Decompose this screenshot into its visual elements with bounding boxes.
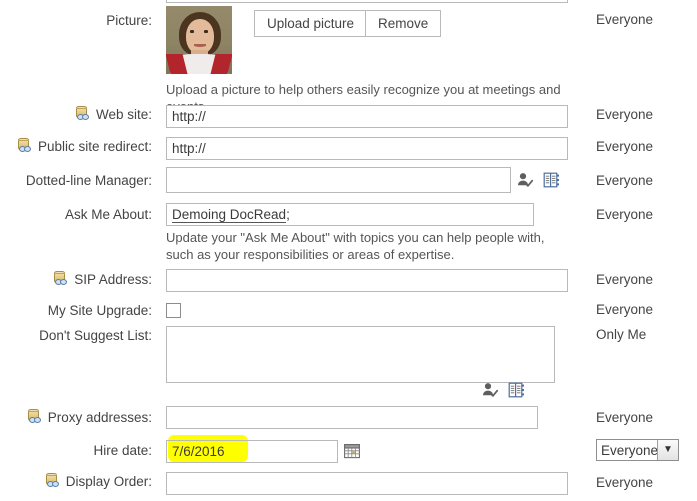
label-public-site-redirect: Public site redirect: xyxy=(0,137,152,154)
privacy-web-site: Everyone xyxy=(596,107,654,122)
privacy-ask-me-about: Everyone xyxy=(596,207,654,222)
form-row-display-order: Display Order: Everyone xyxy=(0,470,697,500)
dotted-line-manager-picker-icons xyxy=(517,172,560,191)
hire-date-privacy-select[interactable]: Everyone ▼ xyxy=(596,439,679,461)
database-link-icon xyxy=(44,472,63,488)
label-my-site-upgrade: My Site Upgrade: xyxy=(47,302,152,318)
privacy-dotted-line-manager: Everyone xyxy=(596,173,654,188)
form-row-proxy-addresses: Proxy addresses: Everyone xyxy=(0,406,697,436)
privacy-picture: Everyone xyxy=(596,12,654,27)
privacy-public-site-redirect: Everyone xyxy=(596,139,654,154)
remove-picture-button[interactable]: Remove xyxy=(365,10,442,37)
privacy-sip-address: Everyone xyxy=(596,272,654,287)
sip-address-input[interactable] xyxy=(166,269,568,292)
label-picture: Picture: xyxy=(106,12,152,28)
display-order-input[interactable] xyxy=(166,472,568,495)
dotted-line-manager-input[interactable] xyxy=(166,167,511,193)
ask-me-about-input[interactable]: Demoing DocRead; xyxy=(166,203,534,226)
proxy-addresses-input[interactable] xyxy=(166,406,538,429)
ask-me-about-separator: ; xyxy=(286,207,290,222)
label-dotted-line-manager: Dotted-line Manager: xyxy=(25,172,152,188)
database-link-icon xyxy=(52,270,71,286)
privacy-proxy-addresses: Everyone xyxy=(596,410,654,425)
form-row-picture: Picture: Upload picture Remove Upload a … xyxy=(0,0,697,114)
form-row-dotted-line-manager: Dotted-line Manager: Everyone xyxy=(0,167,697,201)
privacy-display-order: Everyone xyxy=(596,475,654,490)
hire-date-privacy-value: Everyone xyxy=(601,443,659,458)
hire-date-input[interactable] xyxy=(166,440,338,463)
user-profile-edit-form: Picture: Upload picture Remove Upload a … xyxy=(0,0,697,501)
web-site-input[interactable] xyxy=(166,105,568,128)
address-book-icon[interactable] xyxy=(543,172,560,191)
ask-me-about-value: Demoing DocRead xyxy=(172,207,287,223)
my-site-upgrade-checkbox[interactable] xyxy=(166,303,181,318)
picture-field: Upload picture Remove Upload a picture t… xyxy=(166,6,566,115)
label-dont-suggest-list: Don't Suggest List: xyxy=(39,327,152,343)
check-names-icon[interactable] xyxy=(517,172,534,191)
label-proxy-addresses: Proxy addresses: xyxy=(0,408,152,425)
form-row-ask-me-about: Ask Me About: Demoing DocRead; Update yo… xyxy=(0,203,697,263)
database-link-icon xyxy=(26,408,45,424)
privacy-dont-suggest-list: Only Me xyxy=(596,327,647,342)
form-row-web-site: Web site: Everyone xyxy=(0,105,697,135)
form-row-dont-suggest-list: Don't Suggest List: Only Me xyxy=(0,326,697,398)
ask-me-about-hint: Update your "Ask Me About" with topics y… xyxy=(166,230,545,262)
label-web-site: Web site: xyxy=(0,105,152,122)
form-row-sip-address: SIP Address: Everyone xyxy=(0,269,697,299)
form-row-hire-date: Hire date: Everyone ▼ xyxy=(0,435,697,472)
calendar-icon[interactable] xyxy=(344,443,360,462)
public-site-redirect-input[interactable] xyxy=(166,137,568,160)
upload-picture-button[interactable]: Upload picture xyxy=(254,10,368,37)
address-book-icon[interactable] xyxy=(508,382,525,401)
avatar xyxy=(166,6,232,74)
chevron-down-icon[interactable]: ▼ xyxy=(657,440,678,460)
privacy-my-site-upgrade: Everyone xyxy=(596,302,654,317)
dont-suggest-list-picker-icons xyxy=(482,382,697,401)
label-hire-date: Hire date: xyxy=(93,442,152,458)
dont-suggest-list-textarea[interactable] xyxy=(166,326,555,383)
database-link-icon xyxy=(74,105,93,121)
label-sip-address: SIP Address: xyxy=(0,270,152,287)
label-ask-me-about: Ask Me About: xyxy=(64,206,152,222)
label-display-order: Display Order: xyxy=(0,472,152,489)
check-names-icon[interactable] xyxy=(482,382,499,401)
form-row-my-site-upgrade: My Site Upgrade: Everyone xyxy=(0,301,697,325)
form-row-public-site-redirect: Public site redirect: Everyone xyxy=(0,137,697,167)
database-link-icon xyxy=(16,137,35,153)
